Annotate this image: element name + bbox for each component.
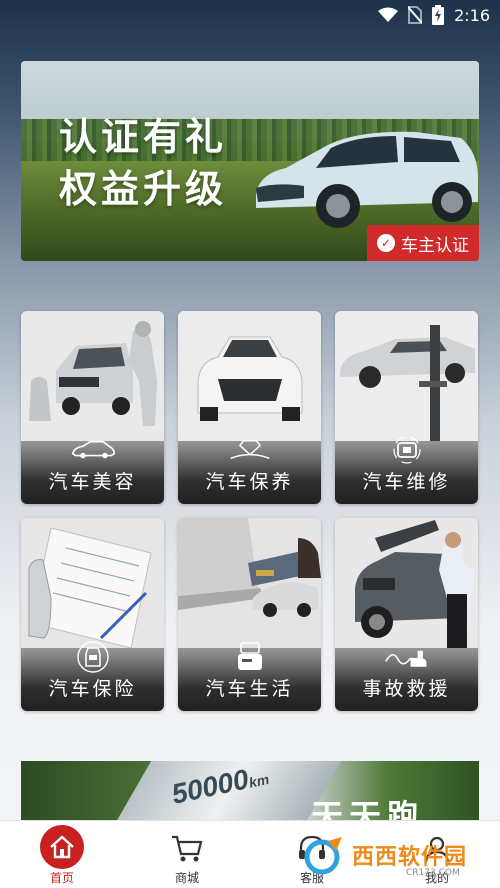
owner-verify-label: 车主认证	[401, 235, 469, 256]
car-icon	[70, 435, 116, 465]
clock: 2:16	[454, 5, 490, 25]
site-watermark: 西西软件园 CR173.COM	[298, 833, 488, 878]
promo-banner[interactable]: 认证有礼 权益升级 ✓ 车主认证	[21, 61, 479, 261]
tab-home[interactable]: 首页	[22, 821, 102, 888]
battery-charging-icon	[432, 5, 445, 25]
watermark-logo-icon	[304, 837, 342, 875]
verify-shield-icon: ✓	[377, 234, 395, 252]
cart-icon	[165, 831, 209, 867]
tow-hook-icon	[384, 642, 430, 672]
status-bar: 2:16	[0, 0, 500, 30]
tab-label: 商城	[174, 871, 199, 885]
sedan-front-image	[178, 311, 321, 441]
service-car-maintenance[interactable]: 汽车保养	[178, 311, 321, 504]
service-label: 汽车维修	[362, 471, 451, 493]
service-label: 汽车生活	[205, 678, 294, 700]
service-car-life[interactable]: 汽车生活	[178, 518, 321, 711]
service-label: 汽车美容	[48, 471, 137, 493]
service-label: 汽车保险	[48, 678, 137, 700]
watermark-sub: CR173.COM	[406, 868, 460, 878]
tab-label: 首页	[49, 871, 74, 885]
service-accident-rescue[interactable]: 事故救援	[335, 518, 478, 711]
mileage-promo-banner[interactable]: 50000km 天天跑	[21, 761, 479, 825]
banner-headline-line2: 权益升级	[59, 167, 228, 211]
owner-verify-button[interactable]: ✓ 车主认证	[367, 225, 479, 261]
service-car-insurance[interactable]: 汽车保险	[21, 518, 164, 711]
watermark-text: 西西软件园	[352, 845, 468, 870]
service-car-repair[interactable]: 汽车维修	[335, 311, 478, 504]
tab-mall[interactable]: 商城	[147, 821, 227, 888]
banner-headline-line1: 认证有礼	[59, 115, 228, 159]
roadside-rescue-image	[335, 518, 478, 648]
banner-headline: 认证有礼 权益升级	[59, 111, 227, 215]
service-label: 汽车保养	[205, 471, 294, 493]
car-lift-image	[335, 311, 478, 441]
insurance-form-image	[21, 518, 164, 648]
service-label: 事故救援	[362, 678, 451, 700]
laptop-card-image	[178, 518, 321, 648]
service-car-beauty[interactable]: 汽车美容	[21, 311, 164, 504]
diamond-icon	[227, 435, 273, 465]
car-shield-icon	[70, 641, 116, 673]
suv-image	[256, 131, 478, 228]
wifi-icon	[378, 7, 399, 23]
card-icon	[227, 642, 273, 672]
home-icon	[40, 825, 84, 869]
repair-icon	[384, 435, 430, 465]
no-sim-icon	[408, 6, 423, 24]
car-wash-image	[21, 311, 164, 441]
